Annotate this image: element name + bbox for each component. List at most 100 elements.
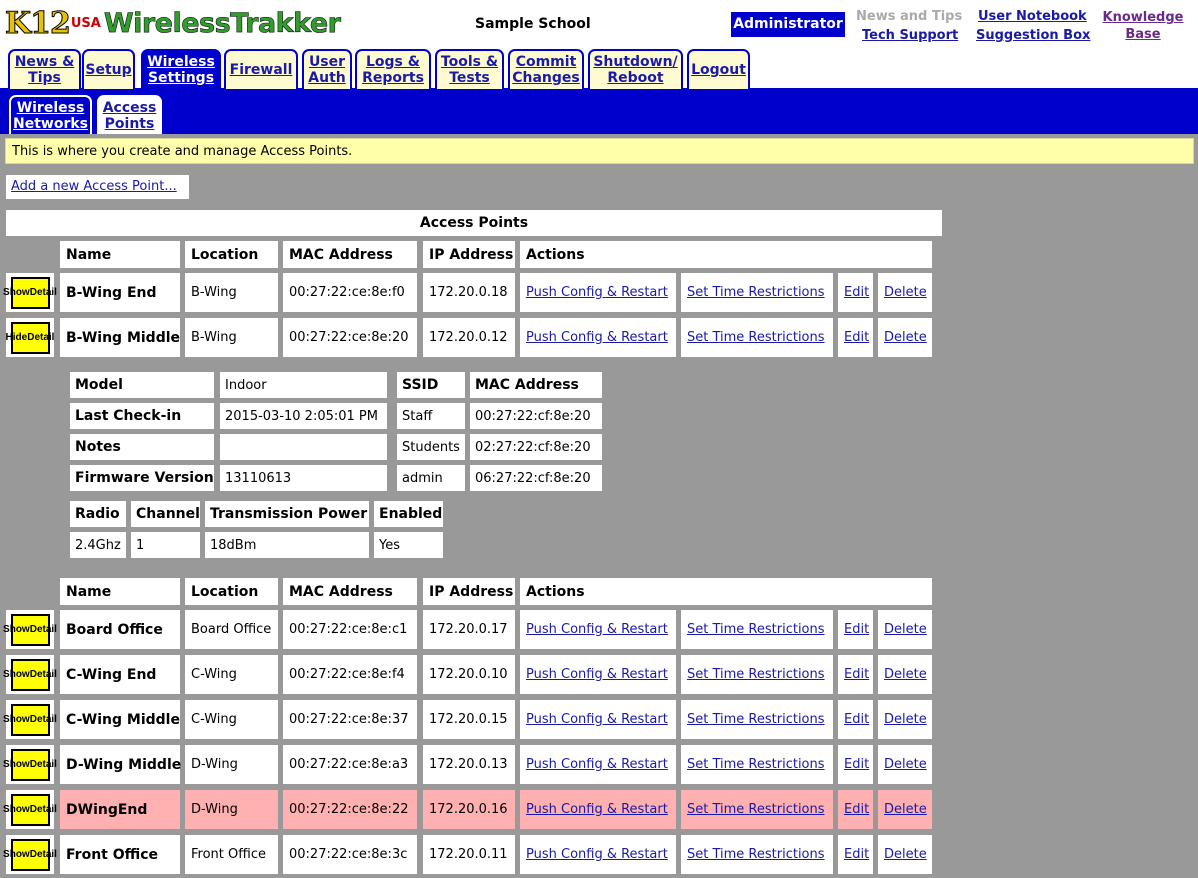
show-detail-button[interactable]: Show Detail: [3, 613, 57, 646]
delete-ap[interactable]: Delete: [878, 745, 932, 784]
tab-tools-tests[interactable]: Tools & Tests: [435, 49, 504, 89]
push-config-restart-link[interactable]: Push Config & Restart: [526, 285, 668, 300]
tab-shutdown-reboot-link[interactable]: Shutdown/Reboot: [593, 54, 677, 86]
delete-ap[interactable]: Delete: [878, 835, 932, 874]
push-config-restart-link[interactable]: Push Config & Restart: [526, 667, 668, 682]
set-time-restrictions[interactable]: Set Time Restrictions: [681, 610, 833, 649]
edit-ap[interactable]: Edit: [838, 835, 873, 874]
edit-ap-link[interactable]: Edit: [844, 802, 869, 817]
tab-wireless-settings-link[interactable]: Wireless Settings: [147, 54, 215, 86]
tab-firewall[interactable]: Firewall: [224, 49, 298, 89]
push-config-restart[interactable]: Push Config & Restart: [520, 700, 676, 739]
tab-logs-reports-link[interactable]: Logs & Reports: [362, 54, 424, 86]
tab-news-tips-link[interactable]: News & Tips: [15, 54, 75, 86]
edit-ap-link[interactable]: Edit: [844, 622, 869, 637]
set-time-restrictions[interactable]: Set Time Restrictions: [681, 655, 833, 694]
set-time-restrictions[interactable]: Set Time Restrictions: [681, 700, 833, 739]
edit-ap-link[interactable]: Edit: [844, 667, 869, 682]
tab-logout-link[interactable]: Logout: [691, 62, 746, 78]
news-tips-link[interactable]: News and Tips: [856, 8, 962, 25]
delete-ap[interactable]: Delete: [878, 700, 932, 739]
tab-setup-link[interactable]: Setup: [85, 62, 131, 78]
delete-ap[interactable]: Delete: [878, 790, 932, 829]
show-detail-button[interactable]: Show Detail: [3, 838, 57, 871]
tab-logout[interactable]: Logout: [687, 49, 750, 89]
push-config-restart-link[interactable]: Push Config & Restart: [526, 802, 668, 817]
set-time-restrictions-link[interactable]: Set Time Restrictions: [687, 622, 825, 637]
edit-ap[interactable]: Edit: [838, 790, 873, 829]
edit-ap-link[interactable]: Edit: [844, 712, 869, 727]
tab-commit-changes[interactable]: Commit Changes: [508, 49, 584, 89]
k12usa-logo[interactable]: K12USA WirelessTrakker: [5, 6, 342, 44]
delete-ap[interactable]: Delete: [878, 318, 932, 357]
show-detail-button[interactable]: Show Detail: [3, 703, 57, 736]
push-config-restart[interactable]: Push Config & Restart: [520, 655, 676, 694]
delete-ap-link[interactable]: Delete: [884, 847, 927, 862]
subtab-wireless-networks[interactable]: Wireless Networks: [9, 95, 92, 134]
set-time-restrictions-link[interactable]: Set Time Restrictions: [687, 802, 825, 817]
tech-support-link[interactable]: Tech Support: [862, 27, 958, 44]
delete-ap[interactable]: Delete: [878, 655, 932, 694]
push-config-restart[interactable]: Push Config & Restart: [520, 835, 676, 874]
tab-user-auth[interactable]: User Auth: [302, 49, 352, 89]
edit-ap[interactable]: Edit: [838, 273, 873, 312]
edit-ap-link[interactable]: Edit: [844, 285, 869, 300]
tab-firewall-link[interactable]: Firewall: [230, 62, 293, 78]
delete-ap[interactable]: Delete: [878, 610, 932, 649]
push-config-restart-link[interactable]: Push Config & Restart: [526, 847, 668, 862]
subtab-access-points[interactable]: Access Points: [97, 95, 162, 134]
push-config-restart[interactable]: Push Config & Restart: [520, 273, 676, 312]
edit-ap[interactable]: Edit: [838, 700, 873, 739]
set-time-restrictions[interactable]: Set Time Restrictions: [681, 835, 833, 874]
tab-commit-changes-link[interactable]: Commit Changes: [512, 54, 580, 86]
knowledge-base-link[interactable]: Knowledge Base: [1102, 9, 1184, 43]
push-config-restart-link[interactable]: Push Config & Restart: [526, 712, 668, 727]
subtab-wireless-networks-link[interactable]: Wireless Networks: [13, 100, 88, 132]
delete-ap-link[interactable]: Delete: [884, 285, 927, 300]
edit-ap-link[interactable]: Edit: [844, 757, 869, 772]
push-config-restart[interactable]: Push Config & Restart: [520, 610, 676, 649]
push-config-restart[interactable]: Push Config & Restart: [520, 790, 676, 829]
edit-ap-link[interactable]: Edit: [844, 330, 869, 345]
edit-ap-link[interactable]: Edit: [844, 847, 869, 862]
push-config-restart[interactable]: Push Config & Restart: [520, 745, 676, 784]
delete-ap-link[interactable]: Delete: [884, 757, 927, 772]
suggestion-box-link[interactable]: Suggestion Box: [976, 27, 1090, 44]
tab-news-tips[interactable]: News & Tips: [8, 49, 81, 89]
tab-user-auth-link[interactable]: User Auth: [308, 54, 345, 86]
delete-ap-link[interactable]: Delete: [884, 712, 927, 727]
delete-ap-link[interactable]: Delete: [884, 802, 927, 817]
set-time-restrictions[interactable]: Set Time Restrictions: [681, 745, 833, 784]
edit-ap[interactable]: Edit: [838, 655, 873, 694]
set-time-restrictions[interactable]: Set Time Restrictions: [681, 318, 833, 357]
tab-setup[interactable]: Setup: [82, 49, 135, 89]
subtab-access-points-link[interactable]: Access Points: [103, 100, 157, 132]
set-time-restrictions-link[interactable]: Set Time Restrictions: [687, 757, 825, 772]
hide-detail-button[interactable]: Hide Detail: [6, 321, 54, 354]
user-notebook-link[interactable]: User Notebook: [978, 8, 1087, 25]
tab-shutdown-reboot[interactable]: Shutdown/Reboot: [588, 49, 683, 89]
edit-ap[interactable]: Edit: [838, 745, 873, 784]
set-time-restrictions-link[interactable]: Set Time Restrictions: [687, 712, 825, 727]
tab-logs-reports[interactable]: Logs & Reports: [355, 49, 431, 89]
tab-wireless-settings[interactable]: Wireless Settings: [141, 49, 221, 89]
show-detail-button[interactable]: Show Detail: [3, 748, 57, 781]
delete-ap-link[interactable]: Delete: [884, 667, 927, 682]
delete-ap[interactable]: Delete: [878, 273, 932, 312]
edit-ap[interactable]: Edit: [838, 318, 873, 357]
tab-tools-tests-link[interactable]: Tools & Tests: [441, 54, 498, 86]
delete-ap-link[interactable]: Delete: [884, 622, 927, 637]
set-time-restrictions-link[interactable]: Set Time Restrictions: [687, 667, 825, 682]
set-time-restrictions[interactable]: Set Time Restrictions: [681, 273, 833, 312]
set-time-restrictions[interactable]: Set Time Restrictions: [681, 790, 833, 829]
delete-ap-link[interactable]: Delete: [884, 330, 927, 345]
show-detail-button[interactable]: Show Detail: [3, 793, 57, 826]
edit-ap[interactable]: Edit: [838, 610, 873, 649]
set-time-restrictions-link[interactable]: Set Time Restrictions: [687, 847, 825, 862]
add-access-point-link[interactable]: Add a new Access Point...: [11, 179, 177, 194]
push-config-restart-link[interactable]: Push Config & Restart: [526, 622, 668, 637]
push-config-restart[interactable]: Push Config & Restart: [520, 318, 676, 357]
set-time-restrictions-link[interactable]: Set Time Restrictions: [687, 285, 825, 300]
push-config-restart-link[interactable]: Push Config & Restart: [526, 757, 668, 772]
push-config-restart-link[interactable]: Push Config & Restart: [526, 330, 668, 345]
